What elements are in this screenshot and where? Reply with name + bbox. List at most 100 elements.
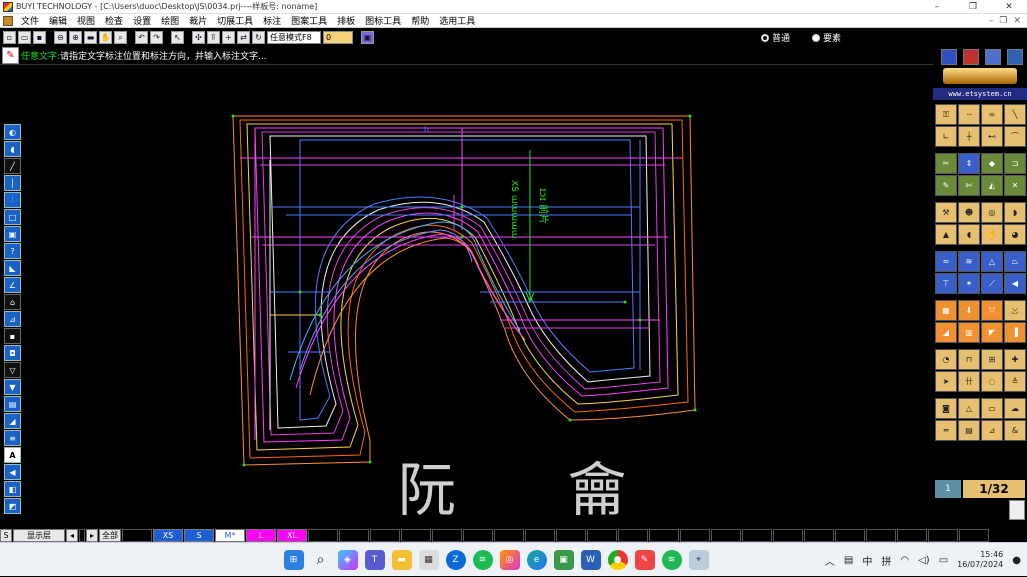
tool-arc-icon[interactable]: ◖ xyxy=(4,141,21,157)
tool-dart-icon[interactable]: ⌂ xyxy=(4,294,21,310)
menu-annotate[interactable]: 标注 xyxy=(258,14,286,27)
wps-icon[interactable]: ▦ xyxy=(418,549,439,570)
menu-icon-tools[interactable]: 图标工具 xyxy=(360,14,406,27)
palette-diag-icon[interactable]: ⟋ xyxy=(981,273,1003,294)
redo-icon[interactable]: ↷ xyxy=(150,31,163,44)
tool-save-piece-icon[interactable]: ▪ xyxy=(4,328,21,344)
menu-file[interactable]: 文件 xyxy=(16,14,44,27)
palette-dash-icon[interactable]: ┄ xyxy=(958,104,980,125)
panel-tool-2-icon[interactable] xyxy=(963,49,979,65)
palette-cloud-icon[interactable]: ☁ xyxy=(1004,398,1026,419)
prev-arrow-button[interactable]: ◂ xyxy=(66,528,78,542)
tool-curve-icon[interactable]: ◐ xyxy=(4,124,21,140)
palette-arrow-icon[interactable]: ➤ xyxy=(935,371,957,392)
palette-comb-icon[interactable]: ▥ xyxy=(958,322,980,343)
palette-flare-icon[interactable]: ◢ xyxy=(935,322,957,343)
palette-drop-icon[interactable]: ◕ xyxy=(1004,224,1026,245)
tool-notch-icon[interactable]: ◘ xyxy=(4,345,21,361)
menu-settings[interactable]: 设置 xyxy=(128,14,156,27)
value-input[interactable]: 0 xyxy=(323,31,353,44)
menu-view[interactable]: 视图 xyxy=(72,14,100,27)
move-point-icon[interactable]: ✣ xyxy=(192,31,205,44)
edge-icon[interactable]: e xyxy=(526,549,547,570)
calculator-icon[interactable] xyxy=(1009,500,1025,520)
zalo-icon[interactable]: Z xyxy=(445,549,466,570)
select-cursor-icon[interactable]: ↖ xyxy=(171,31,184,44)
palette-label-icon[interactable]: ◙ xyxy=(935,398,957,419)
tool-text-icon[interactable]: A xyxy=(4,447,21,463)
swap-icon[interactable]: ⇄ xyxy=(237,31,250,44)
palette-fold-icon[interactable]: ◤ xyxy=(981,322,1003,343)
next-arrow-button[interactable]: ▸ xyxy=(86,528,98,542)
palette-fan-icon[interactable]: ◔ xyxy=(935,349,957,370)
mode-select[interactable]: 任意模式F8 xyxy=(267,31,321,44)
palette-abc-icon[interactable]: ≙ xyxy=(1004,371,1026,392)
palette-sign-icon[interactable]: 卄 xyxy=(958,371,980,392)
palette-hand-icon[interactable]: ✋ xyxy=(981,224,1003,245)
volume-icon[interactable]: ◁) xyxy=(918,555,930,566)
palette-table-icon[interactable]: ▤ xyxy=(958,420,980,441)
palette-figure-icon[interactable]: ☻ xyxy=(958,202,980,223)
palette-chart-icon[interactable]: ⊿ xyxy=(981,420,1003,441)
palette-corner-icon[interactable]: ∟ xyxy=(935,126,957,147)
zoom-window-icon[interactable]: ⌕ xyxy=(114,31,127,44)
app-blue-icon[interactable]: ⌖ xyxy=(688,549,709,570)
radio-element-dot[interactable] xyxy=(812,33,821,42)
palette-trapezoid-icon[interactable]: ⊓ xyxy=(958,349,980,370)
palette-ruler-icon[interactable]: ▭ xyxy=(981,398,1003,419)
palette-tri-icon[interactable]: △ xyxy=(981,251,1003,272)
save-icon[interactable]: ▪ xyxy=(33,31,46,44)
size-xs[interactable]: XS xyxy=(153,528,183,542)
paint-icon[interactable]: ✎ xyxy=(634,549,655,570)
tool-measure-icon[interactable]: ⊿ xyxy=(4,311,21,327)
radio-normal-dot[interactable] xyxy=(761,33,769,42)
palette-down-icon[interactable]: ⬇ xyxy=(958,300,980,321)
palette-stairs-icon[interactable]: ≋ xyxy=(958,251,980,272)
page-count[interactable]: 1/32 xyxy=(963,480,1025,498)
teams-icon[interactable]: T xyxy=(364,549,385,570)
palette-curve-icon[interactable]: ⌒ xyxy=(1004,126,1026,147)
palette-tee-icon[interactable]: ⊤ xyxy=(935,273,957,294)
tool-vertical-icon[interactable]: │ xyxy=(4,175,21,191)
search-icon[interactable]: ⌕ xyxy=(311,550,331,570)
drawing-canvas[interactable]: h ɪɔɪ 前片 XS ɯɯɯɯɯ 阮 龠 xyxy=(0,65,933,528)
palette-pen-icon[interactable]: ✎ xyxy=(935,175,957,196)
palette-sew-icon[interactable]: ⚒ xyxy=(935,202,957,223)
align-icon[interactable]: ⫪ xyxy=(207,31,220,44)
battery-icon[interactable]: ▭ xyxy=(939,555,948,566)
menu-pattern-tools[interactable]: 图案工具 xyxy=(286,14,332,27)
menu-draw[interactable]: 绘图 xyxy=(156,14,184,27)
file-explorer-icon[interactable]: ▬ xyxy=(391,549,412,570)
tool-slope-icon[interactable]: ◢ xyxy=(4,413,21,429)
layer-select[interactable]: 显示层 xyxy=(13,528,65,542)
tool-mirror-icon[interactable]: ◧ xyxy=(4,481,21,497)
menu-edit[interactable]: 编辑 xyxy=(44,14,72,27)
radio-normal[interactable]: 普通 xyxy=(761,31,790,44)
tool-triangle-icon[interactable]: ▽ xyxy=(4,362,21,378)
panel-tool-4-icon[interactable] xyxy=(1007,49,1023,65)
size-m[interactable]: M* xyxy=(215,528,245,542)
palette-link-icon[interactable]: ⊷ xyxy=(981,126,1003,147)
windows-start-icon[interactable]: ⊞ xyxy=(283,549,304,570)
spotify-icon[interactable]: ≋ xyxy=(472,549,493,570)
palette-key-icon[interactable]: ⚿ xyxy=(935,104,957,125)
s-toggle-button[interactable]: S xyxy=(0,528,12,542)
doc-close-button[interactable]: ✕ xyxy=(1013,16,1021,26)
all-sizes-button[interactable]: 全部 xyxy=(99,528,121,542)
palette-trap-icon[interactable]: ⏢ xyxy=(1004,251,1026,272)
palette-columns-icon[interactable]: ▐ xyxy=(1004,322,1026,343)
palette-shape-icon[interactable]: ◆ xyxy=(981,153,1003,174)
zoom-in-icon[interactable]: ⊕ xyxy=(69,31,82,44)
menu-help[interactable]: 帮助 xyxy=(406,14,434,27)
palette-boot-icon[interactable]: ◗ xyxy=(1004,202,1026,223)
spotify-2-icon[interactable]: ≋ xyxy=(661,549,682,570)
panel-tool-3-icon[interactable] xyxy=(985,49,1001,65)
palette-cross-icon[interactable]: ┼ xyxy=(958,126,980,147)
menu-select-tools[interactable]: 选用工具 xyxy=(434,14,480,27)
new-file-icon[interactable]: ▫ xyxy=(3,31,16,44)
palette-wedge-icon[interactable]: ◀ xyxy=(1004,273,1026,294)
document-icon[interactable] xyxy=(3,15,13,26)
word-icon[interactable]: W xyxy=(580,549,601,570)
notification-bell-icon[interactable]: ● xyxy=(1012,555,1021,566)
doc-restore-button[interactable]: ❐ xyxy=(999,16,1007,26)
